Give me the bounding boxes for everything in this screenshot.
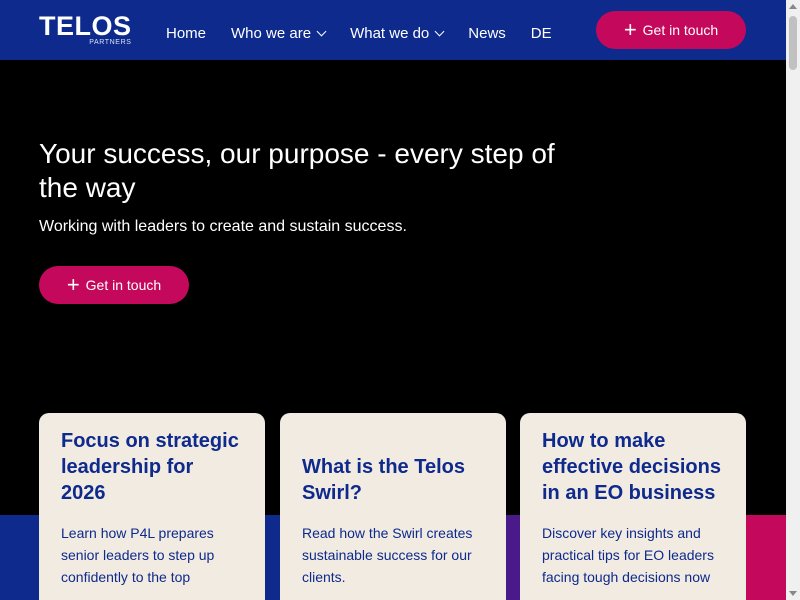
nav-item-who-we-are[interactable]: Who we are (231, 25, 327, 42)
scrollbar-thumb[interactable] (789, 16, 797, 70)
card-title: How to make effective decisions in an EO… (542, 430, 721, 504)
card-title: What is the Telos Swirl? (302, 456, 465, 504)
nav-label: Home (166, 25, 207, 42)
nav-label: Who we are (231, 25, 312, 42)
news-card[interactable]: Focus on strategic leadership for 2026 L… (39, 413, 265, 600)
nav-label: DE (530, 25, 552, 42)
nav-item-home[interactable]: Home (166, 25, 206, 42)
scroll-down-arrow-icon[interactable] (789, 591, 797, 596)
nav-item-what-we-do[interactable]: What we do (350, 25, 445, 42)
hero-subtitle: Working with leaders to create and susta… (39, 218, 407, 235)
chevron-down-icon (434, 26, 445, 37)
button-label: Get in touch (642, 22, 719, 38)
nav-label: News (468, 25, 506, 42)
plus-icon: + (623, 17, 637, 42)
hero-get-in-touch-button[interactable]: + Get in touch (39, 266, 189, 304)
nav-label: What we do (350, 25, 430, 42)
logo-wordmark: TELOS (39, 11, 132, 41)
header-get-in-touch-button[interactable]: + Get in touch (596, 11, 746, 49)
telos-logo[interactable]: TELOS PARTNERS (39, 11, 132, 47)
scroll-up-arrow-icon[interactable] (789, 4, 797, 9)
card-title: Focus on strategic leadership for 2026 (61, 430, 239, 504)
plus-icon: + (66, 272, 80, 297)
card-text: Discover key insights and practical tips… (542, 525, 714, 585)
news-card[interactable]: How to make effective decisions in an EO… (520, 413, 746, 600)
button-label: Get in touch (85, 277, 162, 293)
news-card[interactable]: What is the Telos Swirl? Read how the Sw… (280, 413, 506, 600)
main-nav: Home Who we are What we do News DE (166, 25, 552, 42)
nav-item-news[interactable]: News (468, 25, 506, 42)
vertical-scrollbar[interactable] (786, 0, 800, 600)
card-text: Learn how P4L prepares senior leaders to… (61, 525, 215, 585)
chevron-down-icon (316, 26, 327, 37)
hero-title: Your success, our purpose - every step o… (39, 138, 555, 203)
card-text: Read how the Swirl creates sustainable s… (302, 525, 473, 585)
site-header: TELOS PARTNERS Home Who we are What we d… (0, 0, 786, 60)
language-switch-de[interactable]: DE (531, 25, 552, 42)
